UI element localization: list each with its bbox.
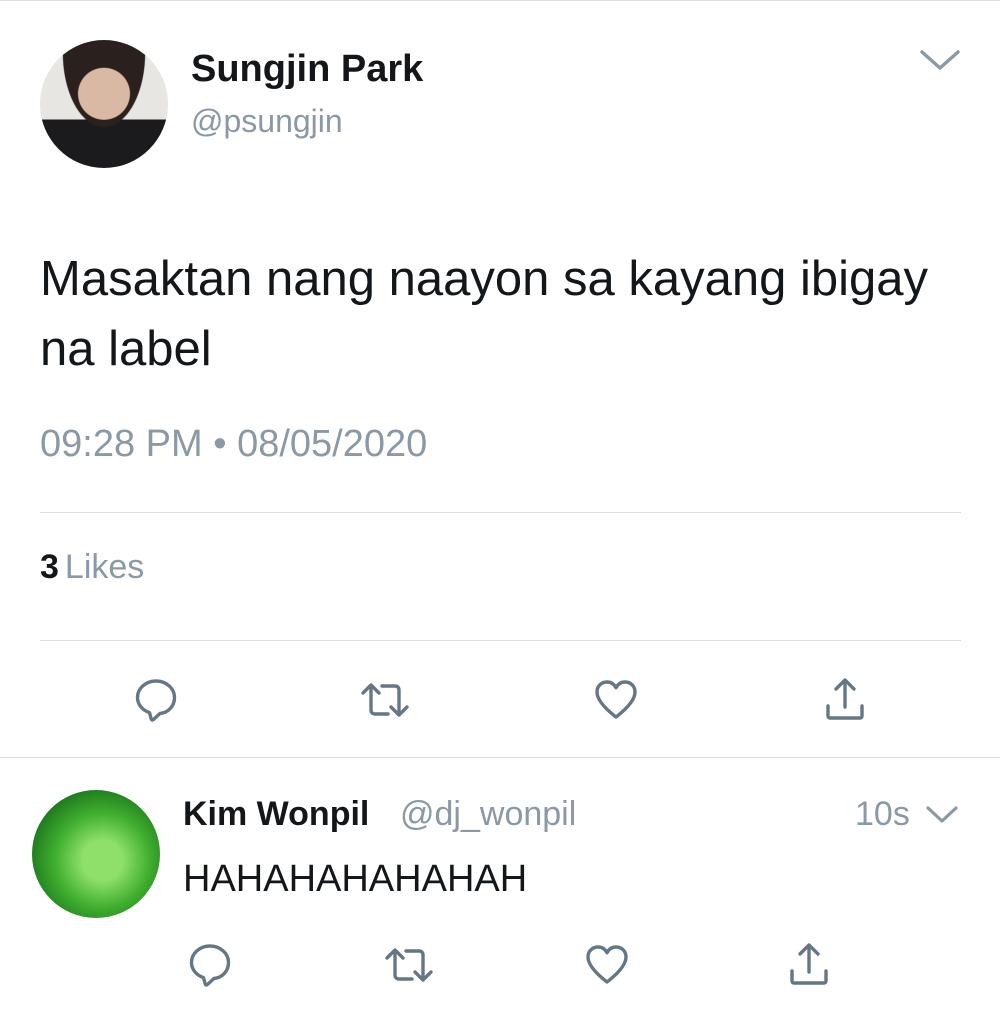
reply-retweet-button[interactable] (384, 942, 434, 988)
like-button[interactable] (593, 677, 639, 721)
reply-button[interactable] (133, 677, 179, 723)
reply-timestamp: 10s (855, 795, 910, 833)
retweet-icon (361, 683, 409, 717)
tweet-time: 09:28 PM (40, 423, 203, 465)
share-icon (826, 678, 864, 720)
author-handle[interactable]: @psungjin (191, 103, 343, 140)
reply-like-button[interactable] (584, 942, 630, 986)
retweet-icon (385, 948, 433, 982)
divider (40, 512, 961, 513)
tweet-timestamp: 09:28 PM • 08/05/2020 (40, 423, 427, 466)
divider (40, 640, 961, 641)
chevron-down-icon[interactable] (918, 44, 962, 76)
reply-text: HAHAHAHAHAHAH (183, 858, 528, 900)
retweet-button[interactable] (360, 677, 410, 723)
share-icon (790, 943, 828, 985)
avatar[interactable] (40, 40, 168, 168)
likes-count: 3 (40, 548, 59, 586)
reply-author-handle[interactable]: @dj_wonpil (400, 795, 576, 834)
reply-icon (189, 944, 231, 987)
tweet-separator (0, 757, 1000, 758)
tweet-text: Masaktan nang naayon sa kayang ibigay na… (40, 252, 929, 376)
likes-count-link[interactable]: 3 Likes (40, 548, 144, 587)
likes-label: Likes (64, 548, 145, 586)
reply-reply-button[interactable] (187, 942, 233, 988)
top-border (0, 0, 1000, 1)
share-button[interactable] (824, 676, 866, 722)
reply-avatar[interactable] (32, 790, 160, 918)
like-icon (595, 680, 637, 719)
like-icon (586, 945, 628, 984)
author-name[interactable]: Sungjin Park (191, 48, 423, 91)
reply-author-name[interactable]: Kim Wonpil (183, 795, 369, 834)
reply-icon (135, 679, 177, 722)
meta-separator: • (213, 423, 227, 465)
tweet-date: 08/05/2020 (237, 423, 428, 465)
reply-share-button[interactable] (788, 941, 830, 987)
chevron-down-icon[interactable] (924, 802, 960, 828)
